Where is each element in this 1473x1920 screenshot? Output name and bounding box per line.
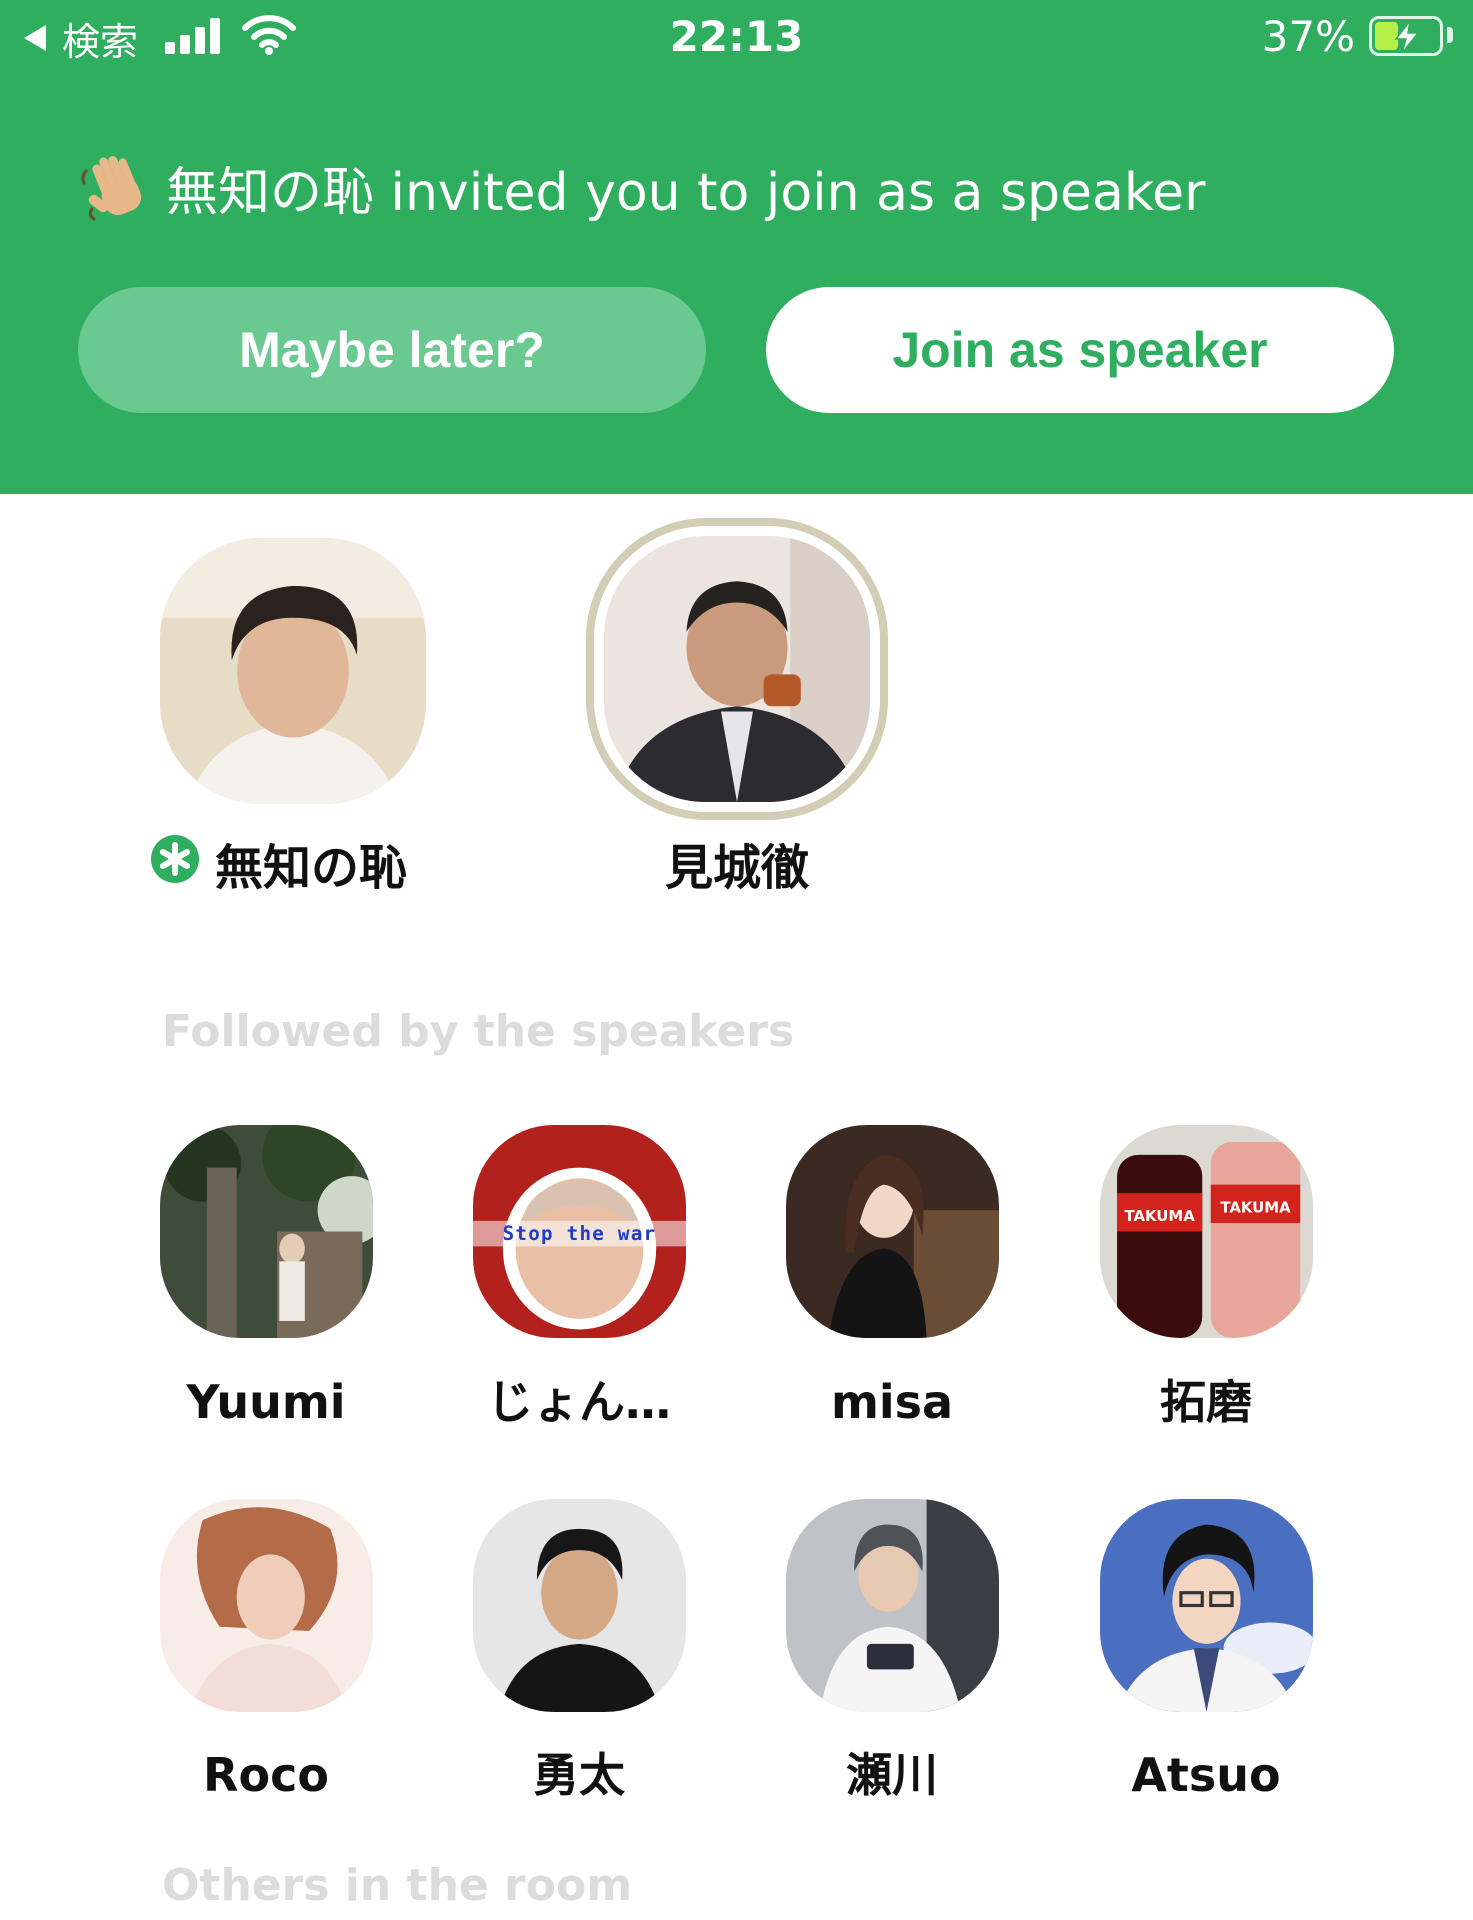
followed-section-title: Followed by the speakers [162, 1006, 795, 1057]
avatar-overlay-text: TAKUMA [1124, 1207, 1195, 1225]
avatar-photo [604, 536, 870, 802]
avatar-photo: TAKUMA TAKUMA [1100, 1125, 1313, 1338]
listener-avatar[interactable] [473, 1499, 686, 1712]
avatar-photo [473, 1499, 686, 1712]
listener-avatar[interactable] [786, 1499, 999, 1712]
avatar-photo [160, 1125, 373, 1338]
listener-name[interactable]: 勇太 [449, 1739, 709, 1805]
listener-name[interactable]: じょん… [449, 1366, 709, 1432]
speaker-avatar[interactable] [160, 538, 426, 804]
join-as-speaker-button[interactable]: Join as speaker [766, 287, 1394, 413]
others-section-title: Others in the room [162, 1860, 633, 1911]
status-time: 22:13 [669, 12, 804, 61]
maybe-later-button[interactable]: Maybe later? [78, 287, 706, 413]
invite-message-row: 無知の恥 invited you to join as a speaker [78, 150, 1206, 225]
avatar-photo: Stop the war [473, 1125, 686, 1338]
listener-name[interactable]: 瀬川 [762, 1739, 1022, 1805]
battery-charging-icon [1369, 16, 1443, 56]
listener-name[interactable]: 拓磨 [1076, 1366, 1336, 1432]
listener-avatar[interactable] [160, 1499, 373, 1712]
speaker-avatar[interactable] [604, 536, 870, 802]
avatar-photo [160, 538, 426, 804]
avatar-overlay-text: TAKUMA [1220, 1198, 1291, 1216]
listener-name[interactable]: misa [762, 1375, 1022, 1429]
status-bar: 検索 22:13 37% [0, 0, 1473, 80]
listener-avatar[interactable] [1100, 1499, 1313, 1712]
listener-avatar[interactable]: Stop the war [473, 1125, 686, 1338]
listener-avatar[interactable] [160, 1125, 373, 1338]
avatar-photo [786, 1499, 999, 1712]
speaker-name[interactable]: 見城徹 [587, 828, 887, 898]
battery-tip [1447, 27, 1453, 43]
listener-name[interactable]: Yuumi [136, 1375, 396, 1429]
speaker-name[interactable]: 無知の恥 [215, 828, 407, 898]
listener-avatar[interactable]: TAKUMA TAKUMA [1100, 1125, 1313, 1338]
avatar-photo [786, 1125, 999, 1338]
avatar-overlay-text: Stop the war [503, 1222, 657, 1245]
moderator-badge-icon [151, 835, 199, 883]
waving-hand-icon [81, 155, 142, 220]
avatar-photo [160, 1499, 373, 1712]
charging-bolt-icon [1394, 21, 1420, 53]
listener-name[interactable]: Roco [136, 1748, 396, 1802]
listener-avatar[interactable] [786, 1125, 999, 1338]
listener-name[interactable]: Atsuo [1076, 1748, 1336, 1802]
avatar-photo [1100, 1499, 1313, 1712]
invite-message: 無知の恥 invited you to join as a speaker [166, 163, 1206, 223]
battery-percent: 37% [1261, 12, 1355, 61]
